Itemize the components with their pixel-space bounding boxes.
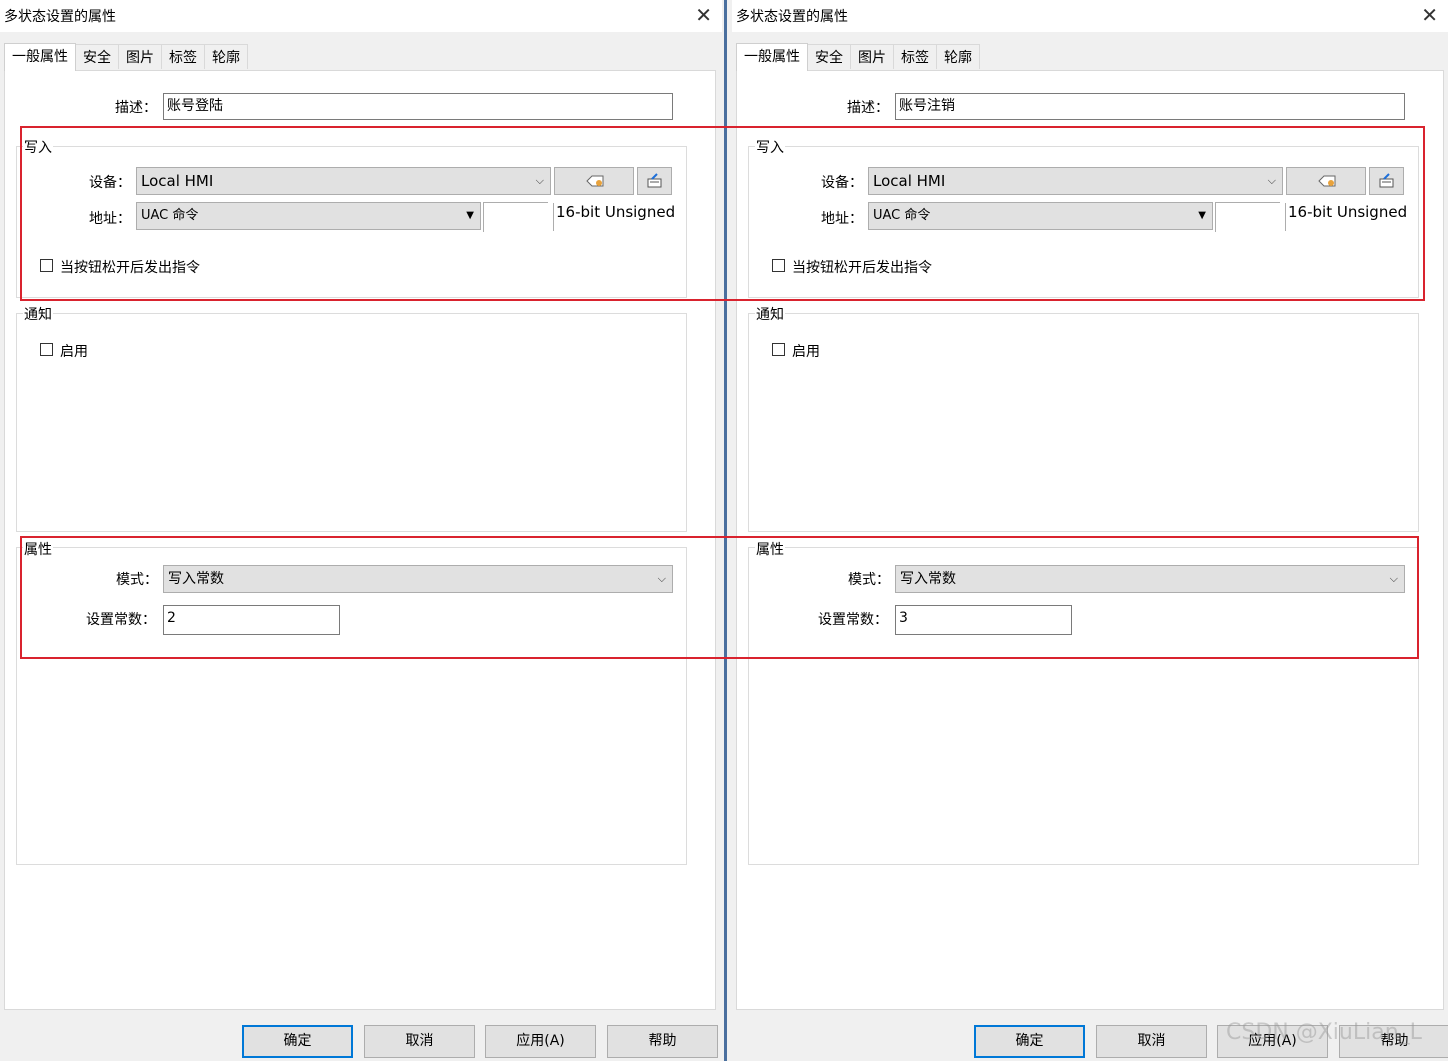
constant-label: 设置常数： xyxy=(86,612,156,628)
tab-general[interactable]: 一般属性 xyxy=(736,43,808,71)
description-label: 描述： xyxy=(115,100,157,116)
notify-group xyxy=(748,313,1419,532)
enable-notify-checkbox[interactable] xyxy=(40,343,53,356)
tab-general[interactable]: 一般属性 xyxy=(4,43,76,71)
help-button[interactable]: 帮助 xyxy=(607,1025,718,1058)
tag-button[interactable] xyxy=(1286,167,1366,195)
watermark: CSDN @XiuLian_L xyxy=(1226,1020,1422,1045)
tab-bar: 一般属性 安全 图片 标签 轮廓 xyxy=(736,43,980,71)
data-type-label: 16-bit Unsigned xyxy=(1285,203,1407,231)
keyboard-button[interactable] xyxy=(637,167,672,195)
address-offset-input[interactable] xyxy=(483,202,548,232)
tag-icon xyxy=(1318,175,1336,187)
attribute-group xyxy=(16,547,687,865)
address-select[interactable]: UAC 命令 ▼ xyxy=(868,202,1213,230)
enable-notify-label: 启用 xyxy=(792,344,820,360)
title-bar: 多状态设置的属性 ✕ xyxy=(0,0,722,32)
tab-picture[interactable]: 图片 xyxy=(850,44,894,69)
title-bar: 多状态设置的属性 ✕ xyxy=(732,0,1448,32)
enable-notify-checkbox[interactable] xyxy=(772,343,785,356)
device-label: 设备： xyxy=(89,175,131,191)
mode-select[interactable]: 写入常数 ⌵ xyxy=(895,565,1405,593)
write-group-label: 写入 xyxy=(23,137,53,157)
attribute-group-label: 属性 xyxy=(755,539,785,559)
window-title: 多状态设置的属性 xyxy=(736,9,848,25)
attribute-group xyxy=(748,547,1419,865)
chevron-down-icon: ⌵ xyxy=(657,572,666,585)
tab-label[interactable]: 标签 xyxy=(161,44,205,69)
mode-label: 模式： xyxy=(848,572,890,588)
description-input[interactable]: 账号登陆 xyxy=(163,93,673,120)
keyboard-icon xyxy=(647,173,662,188)
description-label: 描述： xyxy=(847,100,889,116)
device-value: Local HMI xyxy=(873,172,946,190)
mode-label: 模式： xyxy=(116,572,158,588)
constant-input[interactable]: 3 xyxy=(895,605,1072,635)
dialog-right: 多状态设置的属性 ✕ 一般属性 安全 图片 标签 轮廓 描述： 账号注销 写入 … xyxy=(732,0,1448,1061)
window-divider xyxy=(724,0,727,1061)
window-title: 多状态设置的属性 xyxy=(4,9,116,25)
close-icon[interactable]: ✕ xyxy=(695,3,712,27)
notify-group-label: 通知 xyxy=(755,304,785,324)
tab-picture[interactable]: 图片 xyxy=(118,44,162,69)
device-select[interactable]: Local HMI ⌵ xyxy=(136,167,551,195)
tab-panel: 描述： 账号登陆 写入 设备： Local HMI ⌵ 地址： UAC 命令 ▼ xyxy=(4,70,716,1010)
tag-icon xyxy=(586,175,604,187)
tab-outline[interactable]: 轮廓 xyxy=(936,44,980,69)
ok-button[interactable]: 确定 xyxy=(974,1025,1085,1058)
address-offset-input[interactable] xyxy=(1215,202,1280,232)
tab-label[interactable]: 标签 xyxy=(893,44,937,69)
dialog-left: 多状态设置的属性 ✕ 一般属性 安全 图片 标签 轮廓 描述： 账号登陆 写入 … xyxy=(0,0,722,1061)
device-select[interactable]: Local HMI ⌵ xyxy=(868,167,1283,195)
close-icon[interactable]: ✕ xyxy=(1421,3,1438,27)
mode-value: 写入常数 xyxy=(168,571,224,587)
dropdown-triangle-icon: ▼ xyxy=(1198,210,1206,221)
tab-security[interactable]: 安全 xyxy=(75,44,119,69)
release-command-checkbox[interactable] xyxy=(772,259,785,272)
tab-bar: 一般属性 安全 图片 标签 轮廓 xyxy=(4,43,248,71)
device-value: Local HMI xyxy=(141,172,214,190)
data-type-label: 16-bit Unsigned xyxy=(553,203,675,231)
enable-notify-label: 启用 xyxy=(60,344,88,360)
tab-panel: 描述： 账号注销 写入 设备： Local HMI ⌵ 地址： UAC 命令 ▼ xyxy=(736,70,1444,1010)
dropdown-triangle-icon: ▼ xyxy=(466,210,474,221)
chevron-down-icon: ⌵ xyxy=(1389,572,1398,585)
chevron-down-icon: ⌵ xyxy=(535,174,544,187)
release-command-checkbox[interactable] xyxy=(40,259,53,272)
tab-outline[interactable]: 轮廓 xyxy=(204,44,248,69)
tag-button[interactable] xyxy=(554,167,634,195)
address-label: 地址： xyxy=(89,211,131,227)
notify-group-label: 通知 xyxy=(23,304,53,324)
cancel-button[interactable]: 取消 xyxy=(364,1025,475,1058)
constant-label: 设置常数： xyxy=(818,612,888,628)
address-value: UAC 命令 xyxy=(141,208,199,223)
attribute-group-label: 属性 xyxy=(23,539,53,559)
address-select[interactable]: UAC 命令 ▼ xyxy=(136,202,481,230)
release-command-label: 当按钮松开后发出指令 xyxy=(792,260,932,276)
ok-button[interactable]: 确定 xyxy=(242,1025,353,1058)
device-label: 设备： xyxy=(821,175,863,191)
description-input[interactable]: 账号注销 xyxy=(895,93,1405,120)
write-group-label: 写入 xyxy=(755,137,785,157)
address-value: UAC 命令 xyxy=(873,208,931,223)
cancel-button[interactable]: 取消 xyxy=(1096,1025,1207,1058)
keyboard-button[interactable] xyxy=(1369,167,1404,195)
chevron-down-icon: ⌵ xyxy=(1267,174,1276,187)
mode-select[interactable]: 写入常数 ⌵ xyxy=(163,565,673,593)
apply-button[interactable]: 应用(A) xyxy=(485,1025,596,1058)
tab-security[interactable]: 安全 xyxy=(807,44,851,69)
address-label: 地址： xyxy=(821,211,863,227)
constant-input[interactable]: 2 xyxy=(163,605,340,635)
release-command-label: 当按钮松开后发出指令 xyxy=(60,260,200,276)
notify-group xyxy=(16,313,687,532)
mode-value: 写入常数 xyxy=(900,571,956,587)
keyboard-icon xyxy=(1379,173,1394,188)
